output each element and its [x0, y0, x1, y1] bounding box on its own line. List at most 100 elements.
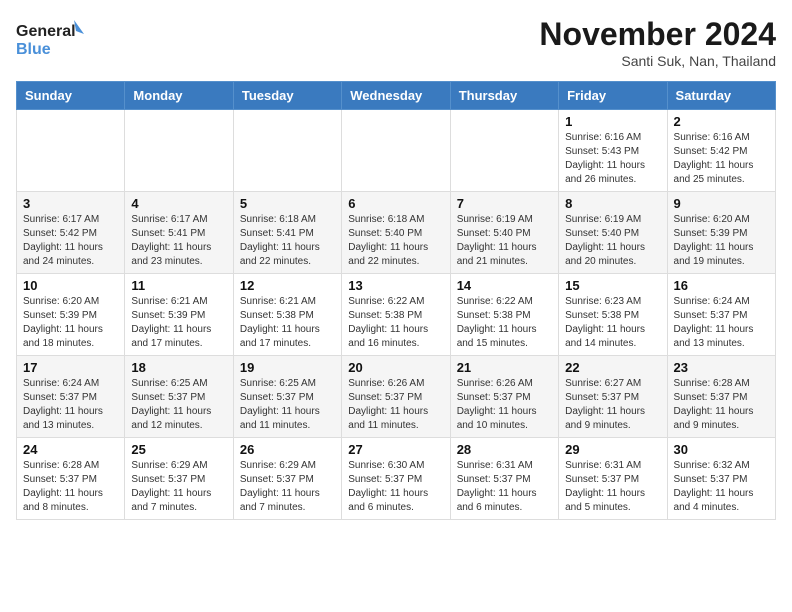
calendar-cell: 29 Sunrise: 6:31 AMSunset: 5:37 PMDayligh…	[559, 438, 667, 520]
day-info: Sunrise: 6:17 AMSunset: 5:42 PMDaylight:…	[23, 213, 118, 269]
calendar-cell	[342, 110, 450, 192]
day-number: 4	[131, 196, 226, 211]
calendar-cell: 9 Sunrise: 6:20 AMSunset: 5:39 PMDaylight…	[667, 192, 775, 274]
calendar-cell: 19Sunrise: 6:25 AMSunset: 5:37 PMDayligh…	[233, 356, 341, 438]
day-number: 11	[131, 278, 226, 293]
logo-svg: General Blue	[16, 16, 86, 60]
calendar-cell: 16 Sunrise: 6:24 AMSunset: 5:37 PMDayligh…	[667, 274, 775, 356]
calendar-cell: 7Sunrise: 6:19 AMSunset: 5:40 PMDaylight…	[450, 192, 558, 274]
day-number: 28	[457, 442, 552, 457]
day-info: Sunrise: 6:31 AMSunset: 5:37 PMDaylight:…	[565, 459, 660, 515]
day-info: Sunrise: 6:19 AMSunset: 5:40 PMDaylight:…	[457, 213, 552, 269]
week-row-3: 10Sunrise: 6:20 AMSunset: 5:39 PMDayligh…	[17, 274, 776, 356]
logo: General Blue	[16, 16, 86, 60]
calendar-table: SundayMondayTuesdayWednesdayThursdayFrid…	[16, 81, 776, 520]
day-info: Sunrise: 6:25 AMSunset: 5:37 PMDaylight:…	[240, 377, 335, 433]
day-number: 30	[674, 442, 769, 457]
day-info: Sunrise: 6:26 AMSunset: 5:37 PMDaylight:…	[457, 377, 552, 433]
calendar-cell: 5Sunrise: 6:18 AMSunset: 5:41 PMDaylight…	[233, 192, 341, 274]
week-row-1: 1 Sunrise: 6:16 AMSunset: 5:43 PMDaylight…	[17, 110, 776, 192]
day-info: Sunrise: 6:30 AMSunset: 5:37 PMDaylight:…	[348, 459, 443, 515]
calendar-cell	[17, 110, 125, 192]
day-info: Sunrise: 6:21 AMSunset: 5:38 PMDaylight:…	[240, 295, 335, 351]
calendar-cell	[233, 110, 341, 192]
day-number: 17	[23, 360, 118, 375]
calendar-cell: 23 Sunrise: 6:28 AMSunset: 5:37 PMDayligh…	[667, 356, 775, 438]
day-info: Sunrise: 6:32 AMSunset: 5:37 PMDaylight:…	[674, 459, 769, 515]
day-number: 18	[131, 360, 226, 375]
day-info: Sunrise: 6:29 AMSunset: 5:37 PMDaylight:…	[131, 459, 226, 515]
day-number: 8	[565, 196, 660, 211]
calendar-cell: 30 Sunrise: 6:32 AMSunset: 5:37 PMDayligh…	[667, 438, 775, 520]
weekday-header-wednesday: Wednesday	[342, 82, 450, 110]
calendar-cell: 12 Sunrise: 6:21 AMSunset: 5:38 PMDayligh…	[233, 274, 341, 356]
day-info: Sunrise: 6:22 AMSunset: 5:38 PMDaylight:…	[457, 295, 552, 351]
calendar-cell: 14 Sunrise: 6:22 AMSunset: 5:38 PMDayligh…	[450, 274, 558, 356]
calendar-cell: 15 Sunrise: 6:23 AMSunset: 5:38 PMDayligh…	[559, 274, 667, 356]
title-block: November 2024 Santi Suk, Nan, Thailand	[539, 16, 776, 69]
week-row-4: 17 Sunrise: 6:24 AMSunset: 5:37 PMDayligh…	[17, 356, 776, 438]
calendar-cell: 8Sunrise: 6:19 AMSunset: 5:40 PMDaylight…	[559, 192, 667, 274]
day-number: 20	[348, 360, 443, 375]
calendar-cell: 6 Sunrise: 6:18 AMSunset: 5:40 PMDaylight…	[342, 192, 450, 274]
day-info: Sunrise: 6:28 AMSunset: 5:37 PMDaylight:…	[674, 377, 769, 433]
calendar-cell: 2Sunrise: 6:16 AMSunset: 5:42 PMDaylight…	[667, 110, 775, 192]
day-number: 14	[457, 278, 552, 293]
weekday-header-tuesday: Tuesday	[233, 82, 341, 110]
day-number: 23	[674, 360, 769, 375]
day-number: 15	[565, 278, 660, 293]
day-info: Sunrise: 6:29 AMSunset: 5:37 PMDaylight:…	[240, 459, 335, 515]
day-info: Sunrise: 6:23 AMSunset: 5:38 PMDaylight:…	[565, 295, 660, 351]
day-number: 22	[565, 360, 660, 375]
calendar-cell: 24Sunrise: 6:28 AMSunset: 5:37 PMDayligh…	[17, 438, 125, 520]
day-number: 29	[565, 442, 660, 457]
day-info: Sunrise: 6:24 AMSunset: 5:37 PMDaylight:…	[23, 377, 118, 433]
calendar-cell	[125, 110, 233, 192]
calendar-cell: 22 Sunrise: 6:27 AMSunset: 5:37 PMDayligh…	[559, 356, 667, 438]
day-number: 25	[131, 442, 226, 457]
calendar-cell: 10Sunrise: 6:20 AMSunset: 5:39 PMDayligh…	[17, 274, 125, 356]
day-info: Sunrise: 6:27 AMSunset: 5:37 PMDaylight:…	[565, 377, 660, 433]
weekday-header-friday: Friday	[559, 82, 667, 110]
day-info: Sunrise: 6:21 AMSunset: 5:39 PMDaylight:…	[131, 295, 226, 351]
day-number: 16	[674, 278, 769, 293]
day-number: 6	[348, 196, 443, 211]
calendar-cell	[450, 110, 558, 192]
day-info: Sunrise: 6:20 AMSunset: 5:39 PMDaylight:…	[674, 213, 769, 269]
month-title: November 2024	[539, 16, 776, 53]
day-info: Sunrise: 6:20 AMSunset: 5:39 PMDaylight:…	[23, 295, 118, 351]
day-number: 1	[565, 114, 660, 129]
calendar-cell: 17 Sunrise: 6:24 AMSunset: 5:37 PMDayligh…	[17, 356, 125, 438]
day-info: Sunrise: 6:28 AMSunset: 5:37 PMDaylight:…	[23, 459, 118, 515]
calendar-cell: 18 Sunrise: 6:25 AMSunset: 5:37 PMDayligh…	[125, 356, 233, 438]
day-number: 21	[457, 360, 552, 375]
calendar-cell: 4 Sunrise: 6:17 AMSunset: 5:41 PMDaylight…	[125, 192, 233, 274]
week-row-5: 24Sunrise: 6:28 AMSunset: 5:37 PMDayligh…	[17, 438, 776, 520]
location-subtitle: Santi Suk, Nan, Thailand	[539, 53, 776, 69]
day-info: Sunrise: 6:18 AMSunset: 5:40 PMDaylight:…	[348, 213, 443, 269]
day-info: Sunrise: 6:16 AMSunset: 5:43 PMDaylight:…	[565, 131, 660, 187]
svg-text:General: General	[16, 23, 76, 40]
calendar-cell: 26 Sunrise: 6:29 AMSunset: 5:37 PMDayligh…	[233, 438, 341, 520]
day-info: Sunrise: 6:22 AMSunset: 5:38 PMDaylight:…	[348, 295, 443, 351]
day-number: 9	[674, 196, 769, 211]
day-number: 26	[240, 442, 335, 457]
calendar-cell: 27Sunrise: 6:30 AMSunset: 5:37 PMDayligh…	[342, 438, 450, 520]
day-number: 5	[240, 196, 335, 211]
calendar-cell: 28Sunrise: 6:31 AMSunset: 5:37 PMDayligh…	[450, 438, 558, 520]
weekday-header-saturday: Saturday	[667, 82, 775, 110]
day-info: Sunrise: 6:24 AMSunset: 5:37 PMDaylight:…	[674, 295, 769, 351]
calendar-cell: 25 Sunrise: 6:29 AMSunset: 5:37 PMDayligh…	[125, 438, 233, 520]
day-info: Sunrise: 6:17 AMSunset: 5:41 PMDaylight:…	[131, 213, 226, 269]
day-info: Sunrise: 6:25 AMSunset: 5:37 PMDaylight:…	[131, 377, 226, 433]
svg-text:Blue: Blue	[16, 41, 51, 58]
page-header: General Blue November 2024 Santi Suk, Na…	[16, 16, 776, 69]
day-number: 13	[348, 278, 443, 293]
weekday-header-thursday: Thursday	[450, 82, 558, 110]
day-number: 12	[240, 278, 335, 293]
weekday-header-sunday: Sunday	[17, 82, 125, 110]
calendar-cell: 11 Sunrise: 6:21 AMSunset: 5:39 PMDayligh…	[125, 274, 233, 356]
day-number: 3	[23, 196, 118, 211]
day-number: 2	[674, 114, 769, 129]
calendar-cell: 13 Sunrise: 6:22 AMSunset: 5:38 PMDayligh…	[342, 274, 450, 356]
